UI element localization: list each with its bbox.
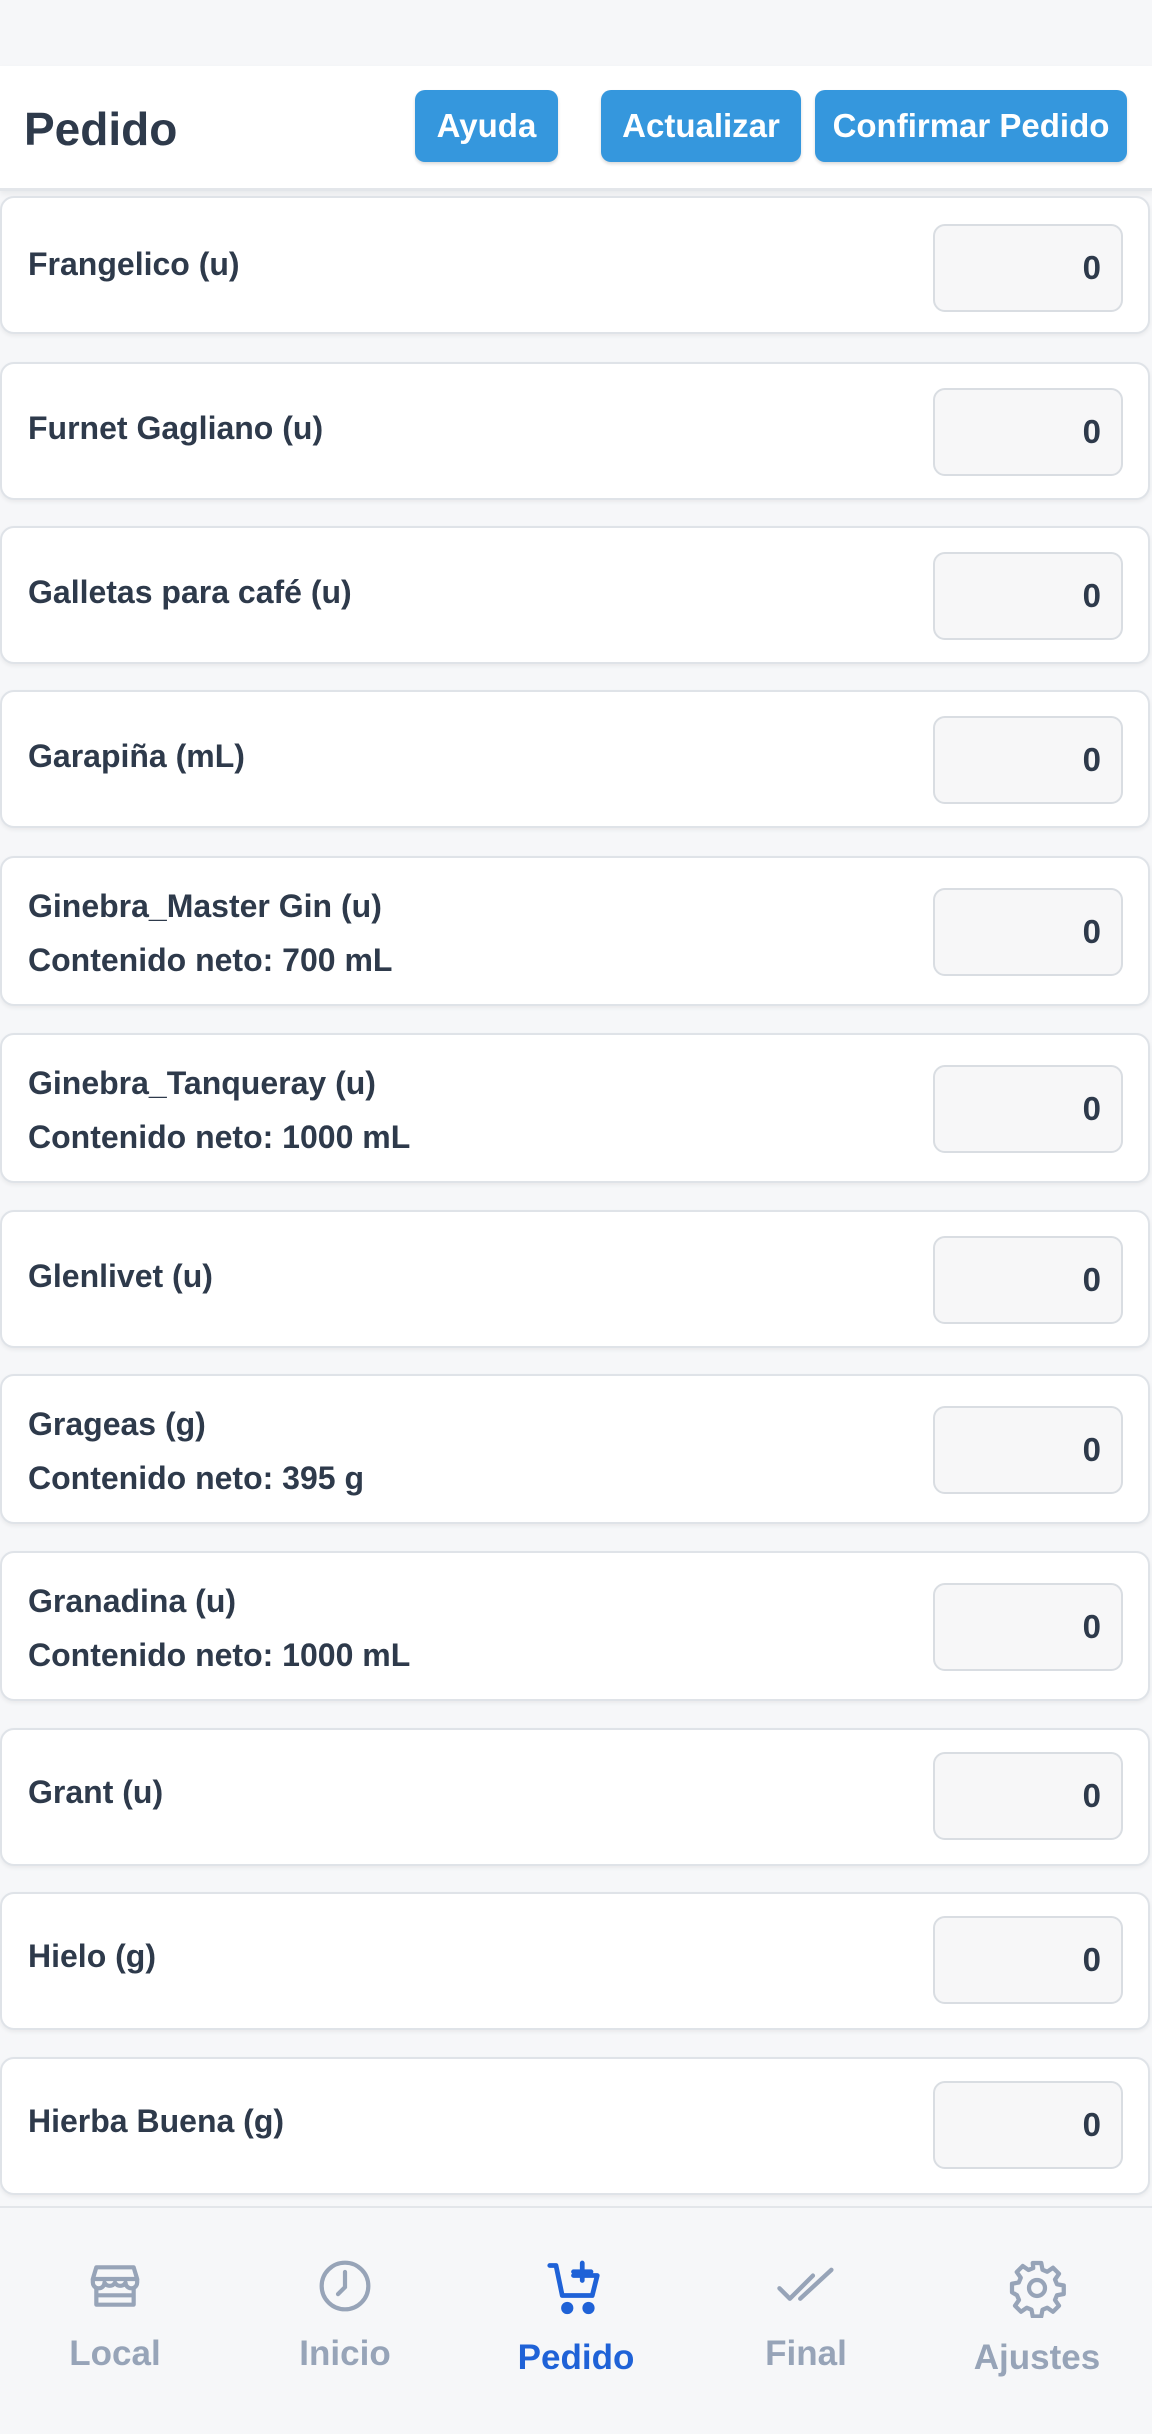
bottom-navigation: Local Inicio Pedido Final Ajustes: [0, 2206, 1152, 2434]
item-name: Granadina (u): [28, 1583, 237, 1619]
item-name: Grageas (g): [28, 1406, 206, 1442]
quantity-input[interactable]: [933, 888, 1123, 976]
item-name: Furnet Gagliano (u): [28, 410, 324, 446]
double-check-icon: [777, 2267, 834, 2301]
item-name: Garapiña (mL): [28, 738, 245, 774]
list-item: Galletas para café (u): [0, 526, 1150, 664]
nav-label: Pedido: [517, 2338, 635, 2377]
list-item: Frangelico (u): [0, 196, 1150, 334]
item-name: Ginebra_Tanqueray (u): [28, 1065, 376, 1101]
list-item: Ginebra_Master Gin (u) Contenido neto: 7…: [0, 856, 1150, 1006]
quantity-input[interactable]: [933, 224, 1123, 312]
quantity-input[interactable]: [933, 1752, 1123, 1840]
item-name: Ginebra_Master Gin (u): [28, 888, 382, 924]
cart-plus-icon: [547, 2260, 600, 2315]
list-item: Garapiña (mL): [0, 690, 1150, 828]
list-item: Ginebra_Tanqueray (u) Contenido neto: 10…: [0, 1033, 1150, 1183]
list-item: Grageas (g) Contenido neto: 395 g: [0, 1374, 1150, 1524]
nav-label: Final: [765, 2334, 847, 2373]
quantity-input[interactable]: [933, 1916, 1123, 2004]
page-title: Pedido: [24, 103, 178, 155]
confirm-order-button[interactable]: Confirmar Pedido: [815, 90, 1127, 162]
gear-icon: [1009, 2260, 1066, 2318]
list-item: Grant (u): [0, 1728, 1150, 1866]
nav-item-local[interactable]: Local: [0, 2258, 230, 2374]
nav-item-pedido[interactable]: Pedido: [461, 2258, 691, 2378]
nav-item-ajustes[interactable]: Ajustes: [922, 2258, 1152, 2378]
item-name: Grant (u): [28, 1774, 164, 1810]
list-item: Hielo (g): [0, 1892, 1150, 2030]
nav-label: Local: [69, 2334, 161, 2373]
item-net-content: Contenido neto: 1000 mL: [28, 1637, 411, 1673]
item-name: Hierba Buena (g): [28, 2103, 285, 2139]
quantity-input[interactable]: [933, 388, 1123, 476]
list-item: Furnet Gagliano (u): [0, 362, 1150, 500]
help-button[interactable]: Ayuda: [415, 90, 558, 162]
item-net-content: Contenido neto: 395 g: [28, 1460, 364, 1496]
quantity-input[interactable]: [933, 1406, 1123, 1494]
item-name: Frangelico (u): [28, 246, 240, 282]
nav-label: Inicio: [299, 2334, 391, 2373]
nav-item-inicio[interactable]: Inicio: [230, 2258, 460, 2374]
clock-icon: [319, 2260, 371, 2312]
quantity-input[interactable]: [933, 1583, 1123, 1671]
status-bar: [0, 0, 1152, 66]
item-name: Glenlivet (u): [28, 1258, 213, 1294]
item-name: Galletas para café (u): [28, 574, 352, 610]
nav-item-final[interactable]: Final: [691, 2258, 921, 2374]
header: Pedido Ayuda Actualizar Confirmar Pedido: [0, 66, 1152, 191]
quantity-input[interactable]: [933, 716, 1123, 804]
list-item: Granadina (u) Contenido neto: 1000 mL: [0, 1551, 1150, 1701]
list-item: Glenlivet (u): [0, 1210, 1150, 1348]
refresh-button[interactable]: Actualizar: [601, 90, 801, 162]
quantity-input[interactable]: [933, 1236, 1123, 1324]
nav-label: Ajustes: [973, 2338, 1101, 2377]
quantity-input[interactable]: [933, 1065, 1123, 1153]
item-name: Hielo (g): [28, 1938, 156, 1974]
store-icon: [90, 2265, 140, 2307]
list-item: Hierba Buena (g): [0, 2057, 1150, 2195]
quantity-input[interactable]: [933, 552, 1123, 640]
item-net-content: Contenido neto: 1000 mL: [28, 1119, 411, 1155]
item-net-content: Contenido neto: 700 mL: [28, 942, 393, 978]
quantity-input[interactable]: [933, 2081, 1123, 2169]
